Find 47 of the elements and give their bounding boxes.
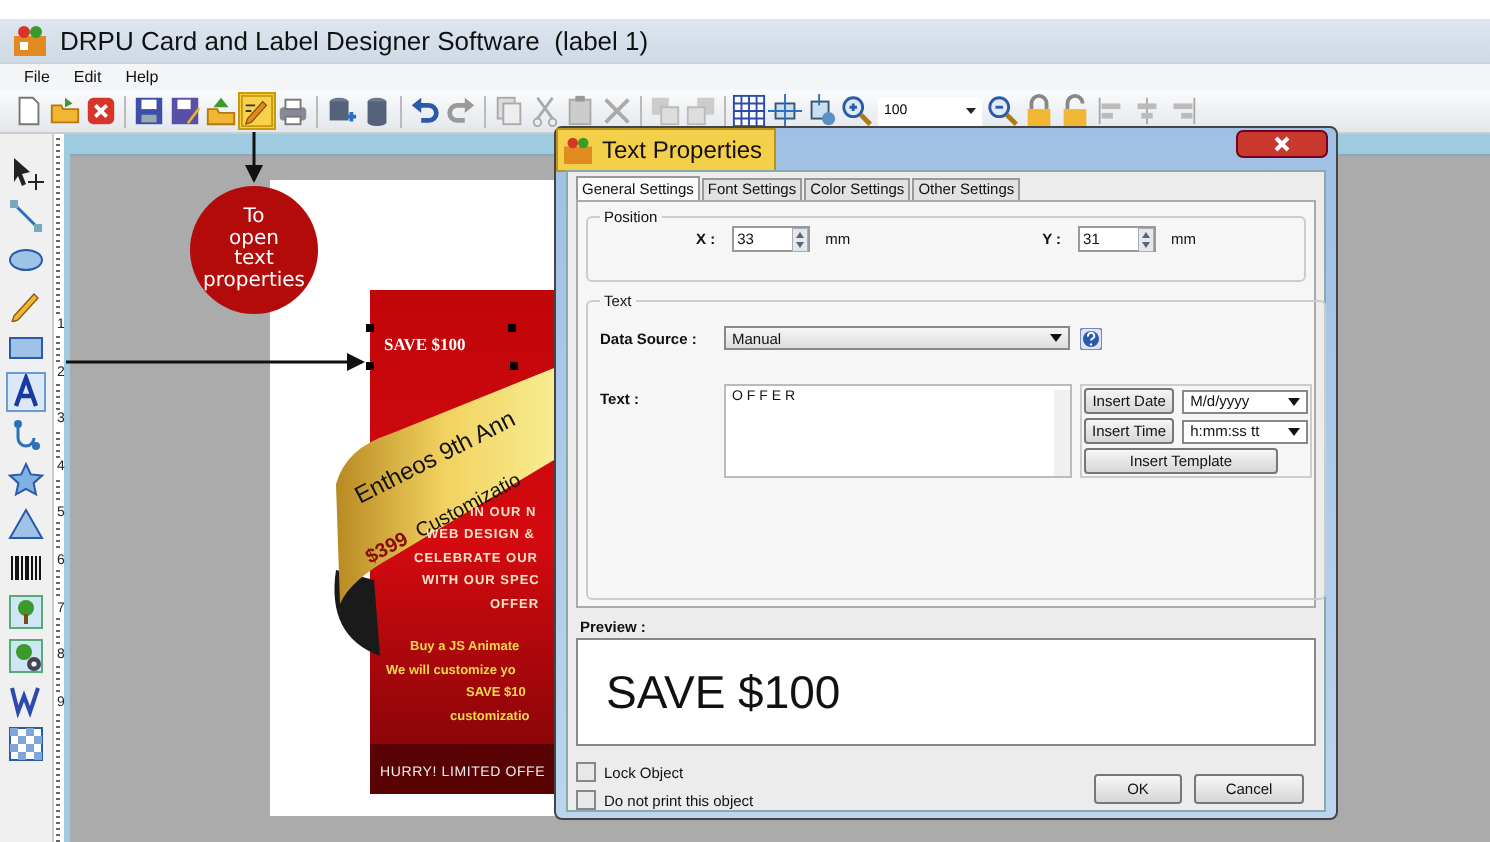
spinner-icon[interactable] — [791, 227, 808, 251]
menu-item[interactable]: Help — [125, 68, 159, 86]
dropdown-arrow-icon — [966, 108, 976, 114]
scrollbar[interactable] — [1054, 390, 1070, 476]
checker-pattern-tool[interactable] — [6, 724, 46, 764]
selection-handles[interactable] — [366, 324, 518, 370]
checkbox[interactable] — [576, 790, 596, 810]
menu-item[interactable]: File — [24, 68, 50, 86]
dropdown-arrow-icon — [1288, 397, 1301, 405]
dialog-title-text: Text Properties — [602, 136, 763, 164]
star-tool[interactable] — [6, 460, 46, 500]
dropdown-arrow-icon — [1288, 427, 1301, 435]
dropdown-arrow-icon — [1050, 334, 1062, 342]
unlock-icon[interactable] — [1058, 94, 1092, 128]
close-icon[interactable] — [84, 94, 118, 128]
printer-icon[interactable] — [276, 94, 310, 128]
picture-tree-tool[interactable] — [6, 592, 46, 632]
send-back-icon[interactable] — [684, 94, 718, 128]
open-folder-icon[interactable] — [48, 94, 82, 128]
line-tool[interactable] — [6, 196, 46, 236]
checkbox[interactable] — [576, 762, 596, 782]
grid-icon[interactable] — [732, 94, 766, 128]
window-title: DRPU Card and Label Designer Software (label 1) — [60, 26, 649, 56]
app-logo-icon — [12, 24, 48, 56]
redo-icon[interactable] — [444, 94, 478, 128]
picture-gear-tool[interactable] — [6, 636, 46, 676]
close-icon[interactable] — [1236, 130, 1328, 158]
folder-arrow-icon[interactable] — [204, 94, 238, 128]
help-icon[interactable] — [1080, 327, 1102, 349]
delete-icon[interactable] — [600, 94, 634, 128]
pencil-edit-icon[interactable] — [240, 94, 274, 128]
flyer-headline: SAVE $100 — [384, 334, 466, 354]
callout-arrow — [245, 132, 263, 183]
ribbon-price: $399 — [362, 529, 413, 570]
undo-icon[interactable] — [408, 94, 442, 128]
zoom-in-icon[interactable] — [840, 94, 874, 128]
lock-icon[interactable] — [1022, 94, 1056, 128]
bring-front-icon[interactable] — [648, 94, 682, 128]
app-logo-icon — [562, 136, 594, 164]
save-as-icon[interactable] — [168, 94, 202, 128]
zoom-out-icon[interactable] — [986, 94, 1020, 128]
spinner-icon[interactable] — [1137, 227, 1154, 251]
text-tool-tool[interactable] — [6, 372, 46, 412]
preview-text: SAVE $100 — [606, 665, 841, 719]
save-icon[interactable] — [132, 94, 166, 128]
menu-item[interactable]: Edit — [73, 68, 102, 86]
triangle-tool[interactable] — [6, 504, 46, 544]
